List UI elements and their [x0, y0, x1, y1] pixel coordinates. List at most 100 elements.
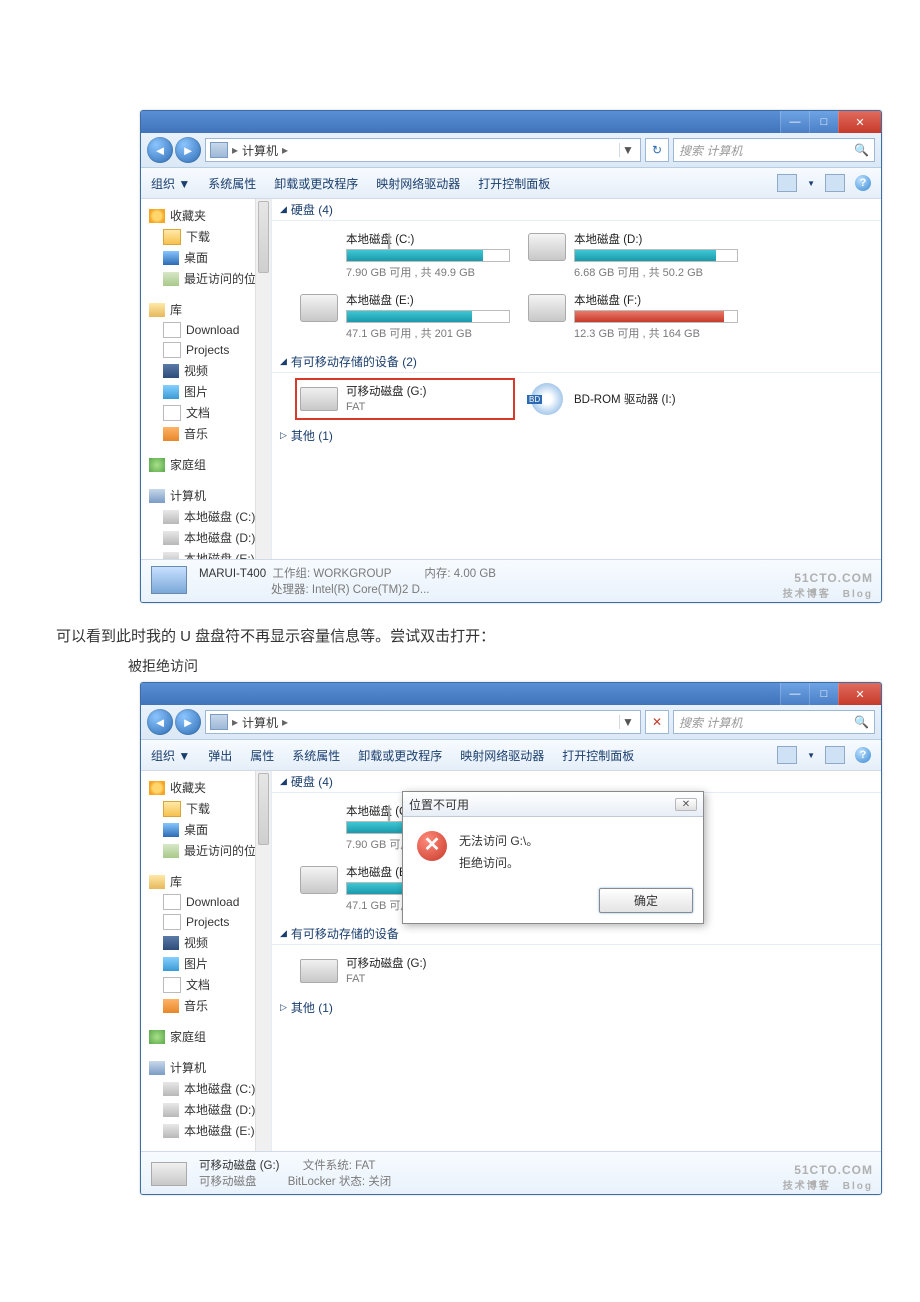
drive-g-removable[interactable]: 可移动磁盘 (G:)FAT	[296, 951, 514, 991]
nav-drive-e[interactable]: 本地磁盘 (E:)	[184, 550, 255, 559]
breadcrumb-dropdown[interactable]: ▼	[619, 143, 636, 157]
toolbar-system-props[interactable]: 系统属性	[292, 747, 340, 764]
toolbar-properties[interactable]: 属性	[250, 747, 274, 764]
nav-homegroup[interactable]: 家庭组	[170, 1028, 206, 1045]
toolbar-organize[interactable]: 组织 ▼	[151, 747, 190, 764]
nav-videos[interactable]: 视频	[184, 362, 208, 379]
toolbar-eject[interactable]: 弹出	[208, 747, 232, 764]
nav-downloads[interactable]: 下载	[186, 800, 210, 817]
drive-e[interactable]: 本地磁盘 (E:)47.1 GB 可用 , 共 201 GB	[296, 288, 514, 345]
homegroup-icon	[149, 458, 165, 472]
close-button[interactable]: ✕	[838, 683, 881, 705]
nav-computer[interactable]: 计算机	[170, 487, 206, 504]
breadcrumb-dropdown[interactable]: ▼	[619, 715, 636, 729]
computer-icon	[210, 714, 228, 730]
toolbar-map-drive[interactable]: 映射网络驱动器	[376, 175, 460, 192]
toolbar-control-panel[interactable]: 打开控制面板	[562, 747, 634, 764]
toolbar-control-panel[interactable]: 打开控制面板	[478, 175, 550, 192]
section-other[interactable]: ▷其他 (1)	[272, 425, 881, 446]
breadcrumb-item[interactable]: 计算机	[242, 714, 278, 731]
search-icon: 🔍	[854, 143, 869, 157]
breadcrumb-item[interactable]: 计算机	[242, 142, 278, 159]
caption-2: 被拒绝访问	[128, 656, 920, 676]
nav-homegroup[interactable]: 家庭组	[170, 456, 206, 473]
nav-scrollbar[interactable]	[255, 199, 271, 559]
nav-drive-c[interactable]: 本地磁盘 (C:)	[184, 508, 255, 525]
nav-back-button[interactable]: ◄	[147, 137, 173, 163]
nav-music[interactable]: 音乐	[184, 425, 208, 442]
nav-computer[interactable]: 计算机	[170, 1059, 206, 1076]
breadcrumb-sep: ▸	[232, 143, 238, 157]
search-icon: 🔍	[854, 715, 869, 729]
preview-pane-button[interactable]	[825, 746, 845, 764]
preview-pane-button[interactable]	[825, 174, 845, 192]
minimize-button[interactable]: —	[780, 111, 809, 133]
picture-icon	[163, 957, 179, 971]
drive-d[interactable]: 本地磁盘 (D:)6.68 GB 可用 , 共 50.2 GB	[524, 227, 742, 284]
toolbar-organize[interactable]: 组织 ▼	[151, 175, 190, 192]
nav-desktop[interactable]: 桌面	[184, 249, 208, 266]
toolbar-system-props[interactable]: 系统属性	[208, 175, 256, 192]
nav-drive-d[interactable]: 本地磁盘 (D:)	[184, 1101, 255, 1118]
nav-drive-d[interactable]: 本地磁盘 (D:)	[184, 529, 255, 546]
help-button[interactable]: ?	[855, 747, 871, 763]
nav-drive-c[interactable]: 本地磁盘 (C:)	[184, 1080, 255, 1097]
recent-icon	[163, 844, 179, 858]
nav-pictures[interactable]: 图片	[184, 955, 208, 972]
toolbar: 组织 ▼ 系统属性 卸载或更改程序 映射网络驱动器 打开控制面板 ▼ ?	[141, 168, 881, 199]
nav-favorites[interactable]: 收藏夹	[170, 779, 206, 796]
dialog-close-button[interactable]: ✕	[675, 798, 697, 811]
drive-g-removable[interactable]: 可移动磁盘 (G:)FAT	[296, 379, 514, 419]
nav-documents[interactable]: 文档	[186, 976, 210, 993]
stop-button[interactable]: ✕	[645, 710, 669, 734]
maximize-button[interactable]: □	[809, 683, 838, 705]
nav-music[interactable]: 音乐	[184, 997, 208, 1014]
view-button[interactable]	[777, 174, 797, 192]
toolbar-map-drive[interactable]: 映射网络驱动器	[460, 747, 544, 764]
search-input[interactable]: 搜索 计算机 🔍	[673, 138, 875, 162]
breadcrumb[interactable]: ▸ 计算机 ▸ ▼	[205, 710, 641, 734]
nav-download-lib[interactable]: Download	[186, 323, 239, 337]
drive-i-bdrom[interactable]: BD-ROM 驱动器 (I:)	[524, 379, 742, 419]
nav-libraries[interactable]: 库	[170, 873, 182, 890]
address-bar-row: ◄ ► ▸ 计算机 ▸ ▼ ↻ 搜索 计算机 🔍	[141, 133, 881, 168]
drive-f[interactable]: 本地磁盘 (F:)12.3 GB 可用 , 共 164 GB	[524, 288, 742, 345]
nav-forward-button[interactable]: ►	[175, 137, 201, 163]
help-button[interactable]: ?	[855, 175, 871, 191]
refresh-button[interactable]: ↻	[645, 138, 669, 162]
section-removable[interactable]: ◢有可移动存储的设备 (2)	[272, 351, 881, 373]
nav-back-button[interactable]: ◄	[147, 709, 173, 735]
section-hard-disks[interactable]: ◢硬盘 (4)	[272, 199, 881, 221]
section-removable[interactable]: ◢有可移动存储的设备	[272, 923, 881, 945]
drive-icon	[163, 531, 179, 545]
section-other[interactable]: ▷其他 (1)	[272, 997, 881, 1018]
nav-drive-e[interactable]: 本地磁盘 (E:)	[184, 1122, 255, 1139]
nav-downloads[interactable]: 下载	[186, 228, 210, 245]
drive-c[interactable]: 本地磁盘 (C:)7.90 GB 可用 , 共 49.9 GB	[296, 227, 514, 284]
search-input[interactable]: 搜索 计算机 🔍	[673, 710, 875, 734]
breadcrumb[interactable]: ▸ 计算机 ▸ ▼	[205, 138, 641, 162]
nav-projects[interactable]: Projects	[186, 915, 229, 929]
toolbar-uninstall[interactable]: 卸载或更改程序	[274, 175, 358, 192]
nav-projects[interactable]: Projects	[186, 343, 229, 357]
nav-download-lib[interactable]: Download	[186, 895, 239, 909]
nav-documents[interactable]: 文档	[186, 404, 210, 421]
nav-scrollbar[interactable]	[255, 771, 271, 1151]
toolbar-uninstall[interactable]: 卸载或更改程序	[358, 747, 442, 764]
hdd-icon	[300, 294, 338, 322]
folder-icon	[163, 342, 181, 358]
maximize-button[interactable]: □	[809, 111, 838, 133]
nav-libraries[interactable]: 库	[170, 301, 182, 318]
dialog-ok-button[interactable]: 确定	[599, 888, 693, 913]
close-button[interactable]: ✕	[838, 111, 881, 133]
nav-pictures[interactable]: 图片	[184, 383, 208, 400]
view-button[interactable]	[777, 746, 797, 764]
nav-pane: 收藏夹 下载 桌面 最近访问的位置 库 Download Projects 视频…	[141, 771, 272, 1151]
nav-desktop[interactable]: 桌面	[184, 821, 208, 838]
section-hard-disks[interactable]: ◢硬盘 (4)	[272, 771, 881, 793]
minimize-button[interactable]: —	[780, 683, 809, 705]
nav-favorites[interactable]: 收藏夹	[170, 207, 206, 224]
favorites-icon	[149, 781, 165, 795]
nav-videos[interactable]: 视频	[184, 934, 208, 951]
nav-forward-button[interactable]: ►	[175, 709, 201, 735]
